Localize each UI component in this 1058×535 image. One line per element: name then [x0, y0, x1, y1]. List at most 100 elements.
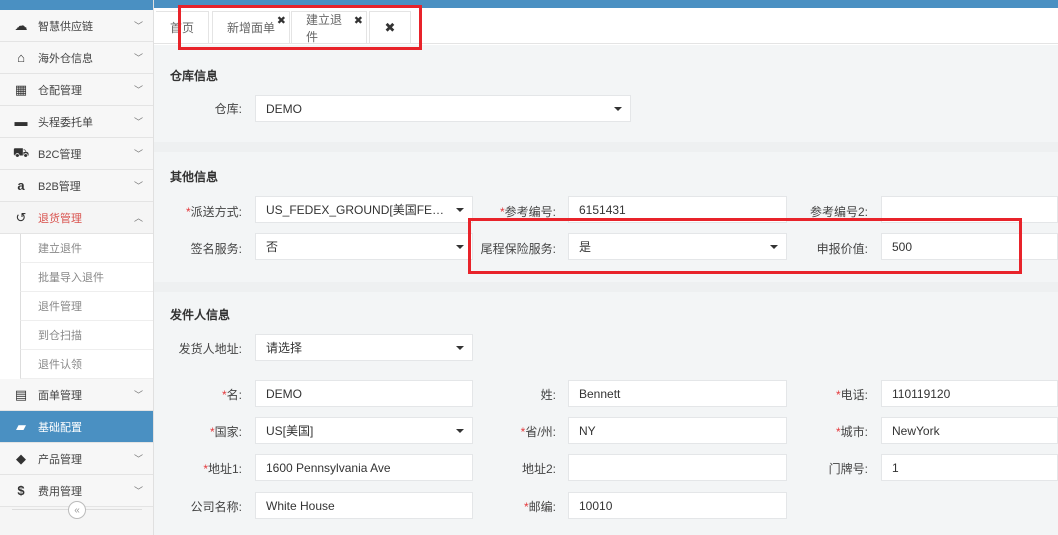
- file-icon: ▤: [14, 386, 28, 402]
- address1-input[interactable]: 1600 Pennsylvania Ave: [255, 454, 473, 481]
- main-content: 仓库信息 仓库: DEMO 其他信息 *派送方式: US_FEDEX_GROUN…: [154, 45, 1058, 535]
- insurance-label: 尾程保险服务:: [480, 242, 556, 256]
- close-icon[interactable]: ✖: [354, 14, 363, 27]
- shipping-method-select[interactable]: US_FEDEX_GROUND[美国FEDEX_...: [255, 196, 473, 223]
- close-all-tabs-button[interactable]: ✖: [369, 11, 411, 43]
- insurance-value: 是: [579, 240, 592, 254]
- shipping-method-value: US_FEDEX_GROUND[美国FEDEX_...: [266, 203, 462, 217]
- shipping-method-label: *派送方式:: [185, 205, 242, 219]
- returns-submenu: 建立退件 批量导入退件 退件管理 到仓扫描 退件认领: [0, 234, 153, 379]
- country-select[interactable]: US[美国]: [255, 417, 473, 444]
- signature-select[interactable]: 否: [255, 233, 473, 260]
- surname-value: Bennett: [579, 386, 621, 401]
- sender-address-select[interactable]: 请选择: [255, 334, 473, 361]
- zip-label: *邮编:: [523, 500, 556, 514]
- first-name-input[interactable]: DEMO: [255, 380, 473, 407]
- tab-new-waybill[interactable]: 新增面单 ✖: [212, 11, 290, 43]
- top-accent-bar: [154, 0, 1058, 8]
- phone-input[interactable]: 110119120: [881, 380, 1058, 407]
- tab-label: 首页: [170, 21, 195, 35]
- sidebar-item-label: 仓配管理: [38, 84, 82, 97]
- sidebar-item-first-leg[interactable]: ▬ 头程委托单 ﹀: [0, 106, 153, 138]
- submenu-item-create-return[interactable]: 建立退件: [20, 234, 153, 263]
- sender-panel: 发件人信息 发货人地址: 请选择 *名: DEMO 姓: Bennett *电话…: [154, 292, 1058, 535]
- caret-down-icon: [614, 107, 622, 111]
- sidebar-item-overseas-warehouse[interactable]: ⌂ 海外仓信息 ﹀: [0, 42, 153, 74]
- amazon-icon: a: [17, 178, 25, 193]
- ref-no-label: *参考编号:: [499, 205, 556, 219]
- caret-down-icon: [770, 245, 778, 249]
- warehouse-label: 仓库:: [214, 102, 242, 116]
- company-value: White House: [266, 498, 335, 513]
- chevron-down-icon: ﹀: [133, 390, 143, 400]
- warehouse-select[interactable]: DEMO: [255, 95, 631, 122]
- insurance-select[interactable]: 是: [568, 233, 787, 260]
- chevron-up-icon: ︿: [133, 213, 143, 223]
- dollar-icon: $: [17, 483, 25, 498]
- ref-no-input[interactable]: 6151431: [568, 196, 787, 223]
- submenu-item-return-claim[interactable]: 退件认领: [20, 350, 153, 379]
- section-title-sender: 发件人信息: [170, 308, 231, 322]
- sidebar-item-supply-chain[interactable]: ☁ 智慧供应链 ﹀: [0, 10, 153, 42]
- collapse-sidebar-button[interactable]: «: [68, 501, 86, 519]
- sidebar-item-returns[interactable]: ↺ 退货管理 ︿: [0, 202, 153, 234]
- signature-value: 否: [266, 240, 279, 254]
- tab-create-return[interactable]: 建立退件 ✖: [291, 11, 367, 44]
- signature-label: 签名服务:: [190, 242, 242, 256]
- home-icon: ⌂: [17, 50, 25, 65]
- sidebar-item-waybill-mgmt[interactable]: ▤ 面单管理 ﹀: [0, 379, 153, 411]
- sender-address-label: 发货人地址:: [178, 342, 242, 356]
- tab-bar: 首页 新增面单 ✖ 建立退件 ✖ ✖: [154, 8, 1058, 44]
- city-input[interactable]: NewYork: [881, 417, 1058, 444]
- sidebar-item-label: 头程委托单: [38, 116, 93, 129]
- surname-label: 姓:: [540, 388, 556, 402]
- sender-address-value: 请选择: [266, 341, 303, 355]
- sidebar: ☁ 智慧供应链 ﹀ ⌂ 海外仓信息 ﹀ ▦ 仓配管理 ﹀ ▬ 头程委托单 ﹀ ⛟…: [0, 0, 154, 535]
- submenu-item-return-mgmt[interactable]: 退件管理: [20, 292, 153, 321]
- city-value: NewYork: [892, 423, 940, 438]
- sidebar-item-label: B2B管理: [38, 180, 81, 193]
- warehouse-value: DEMO: [266, 101, 302, 116]
- chevron-down-icon: ﹀: [133, 53, 143, 63]
- zip-input[interactable]: 10010: [568, 492, 787, 519]
- chevron-down-icon: ﹀: [133, 454, 143, 464]
- caret-down-icon: [456, 245, 464, 249]
- declared-value-input[interactable]: 500: [881, 233, 1058, 260]
- cart-icon: ⛟: [12, 144, 30, 160]
- address2-input[interactable]: [568, 454, 787, 481]
- sidebar-item-base-config[interactable]: ▰ 基础配置: [0, 411, 153, 443]
- sidebar-item-product-mgmt[interactable]: ◆ 产品管理 ﹀: [0, 443, 153, 475]
- surname-input[interactable]: Bennett: [568, 380, 787, 407]
- country-label: *国家:: [209, 425, 242, 439]
- tab-home[interactable]: 首页: [156, 11, 210, 43]
- undo-icon: ↺: [15, 209, 27, 225]
- submenu-item-arrival-scan[interactable]: 到仓扫描: [20, 321, 153, 350]
- sidebar-collapse-row: «: [0, 500, 154, 520]
- door-number-input[interactable]: 1: [881, 454, 1058, 481]
- other-info-panel: 其他信息 *派送方式: US_FEDEX_GROUND[美国FEDEX_... …: [154, 152, 1058, 282]
- declared-value: 500: [892, 239, 913, 254]
- sidebar-item-label: 面单管理: [38, 389, 82, 402]
- chevron-down-icon: ﹀: [133, 85, 143, 95]
- sidebar-top-accent: [0, 0, 153, 10]
- sidebar-item-b2c[interactable]: ⛟ B2C管理 ﹀: [0, 138, 153, 170]
- sidebar-item-label: 智慧供应链: [38, 20, 93, 33]
- chevron-down-icon: ﹀: [133, 21, 143, 31]
- first-name-value: DEMO: [266, 386, 302, 401]
- ref-no2-input[interactable]: [881, 196, 1058, 223]
- briefcase-icon: ▬: [14, 114, 28, 129]
- tag-icon: ◆: [16, 450, 26, 466]
- sidebar-item-label: 费用管理: [38, 485, 82, 498]
- ref-no2-label: 参考编号2:: [809, 205, 868, 219]
- company-input[interactable]: White House: [255, 492, 473, 519]
- door-number-value: 1: [892, 460, 899, 475]
- sidebar-item-label: 产品管理: [38, 453, 82, 466]
- submenu-item-bulk-import[interactable]: 批量导入退件: [20, 263, 153, 292]
- zip-value: 10010: [579, 498, 613, 513]
- sidebar-item-warehouse-mgmt[interactable]: ▦ 仓配管理 ﹀: [0, 74, 153, 106]
- close-icon[interactable]: ✖: [277, 14, 286, 27]
- caret-down-icon: [456, 208, 464, 212]
- sidebar-item-b2b[interactable]: a B2B管理 ﹀: [0, 170, 153, 202]
- first-name-label: *名:: [221, 388, 242, 402]
- state-input[interactable]: NY: [568, 417, 787, 444]
